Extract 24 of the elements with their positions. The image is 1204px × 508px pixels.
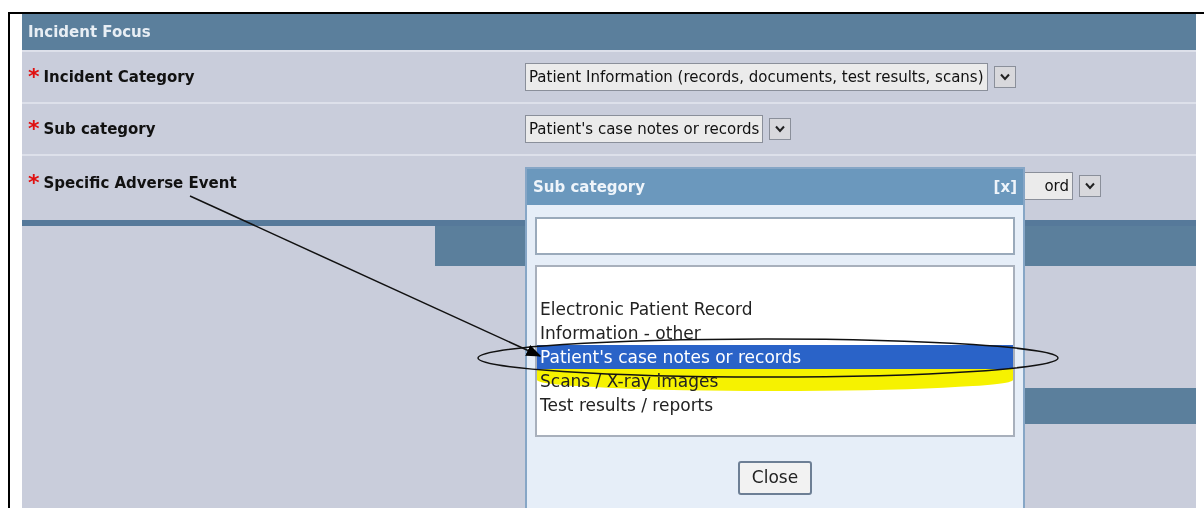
required-marker: * bbox=[28, 66, 40, 88]
caret-icon bbox=[1085, 182, 1095, 190]
options-list[interactable]: Electronic Patient Record Information - other Patient's case notes or records Scans / X-ray images Test results / reports bbox=[535, 265, 1015, 437]
list-option[interactable]: Patient's case notes or records bbox=[537, 345, 1013, 369]
caret-icon bbox=[999, 73, 1010, 81]
close-dialog-button[interactable]: Close bbox=[737, 461, 813, 495]
select-field[interactable]: Patient's case notes or records bbox=[525, 115, 764, 143]
search-field[interactable] bbox=[535, 217, 1015, 255]
field-label: Sub category bbox=[43, 118, 156, 140]
list-option[interactable]: Scans / X-ray images bbox=[537, 369, 1013, 393]
list-option[interactable]: Test results / reports bbox=[537, 393, 1013, 417]
popup-title: Sub category bbox=[533, 176, 646, 198]
required-marker: * bbox=[28, 172, 40, 195]
select-field[interactable]: Patient Information (records, documents, test results, scans) bbox=[525, 63, 988, 91]
section-header: Incident Focus bbox=[22, 14, 1196, 50]
list-option[interactable]: Information - other bbox=[537, 321, 1013, 345]
caret-icon bbox=[775, 125, 786, 133]
field-label: Specific Adverse Event bbox=[43, 173, 237, 194]
list-option[interactable]: Electronic Patient Record bbox=[537, 297, 1013, 321]
dropdown-button[interactable] bbox=[769, 118, 792, 140]
field-label: Incident Category bbox=[43, 66, 195, 88]
dropdown-button[interactable] bbox=[993, 66, 1016, 88]
dropdown-button[interactable] bbox=[1079, 175, 1101, 197]
required-marker: * bbox=[28, 118, 40, 140]
